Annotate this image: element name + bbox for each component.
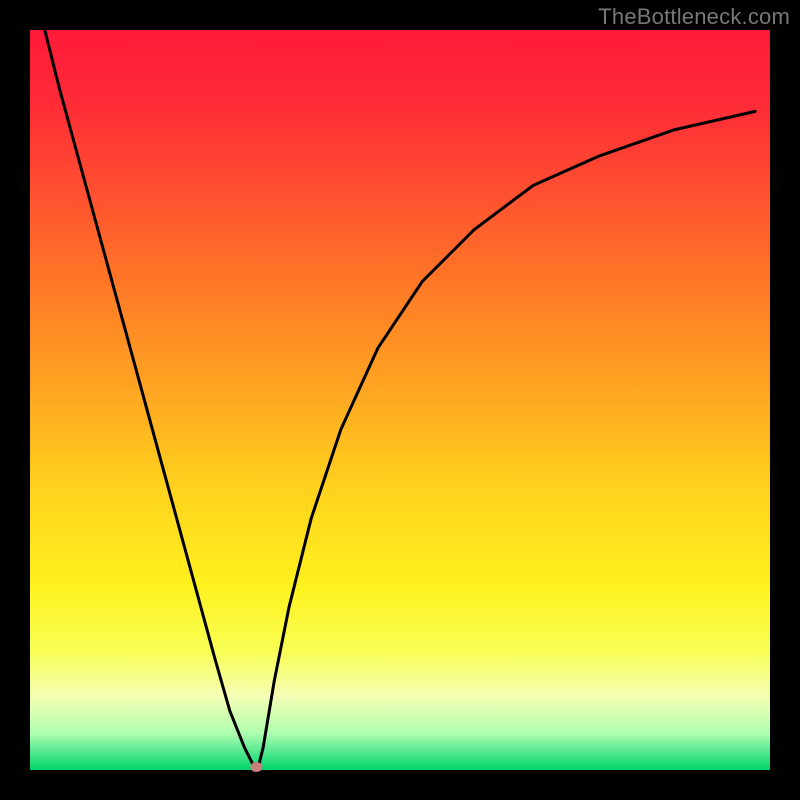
bottleneck-chart (0, 0, 800, 800)
optimal-point-marker (250, 762, 262, 772)
watermark-label: TheBottleneck.com (598, 4, 790, 30)
plot-background (30, 30, 770, 770)
chart-container: TheBottleneck.com (0, 0, 800, 800)
